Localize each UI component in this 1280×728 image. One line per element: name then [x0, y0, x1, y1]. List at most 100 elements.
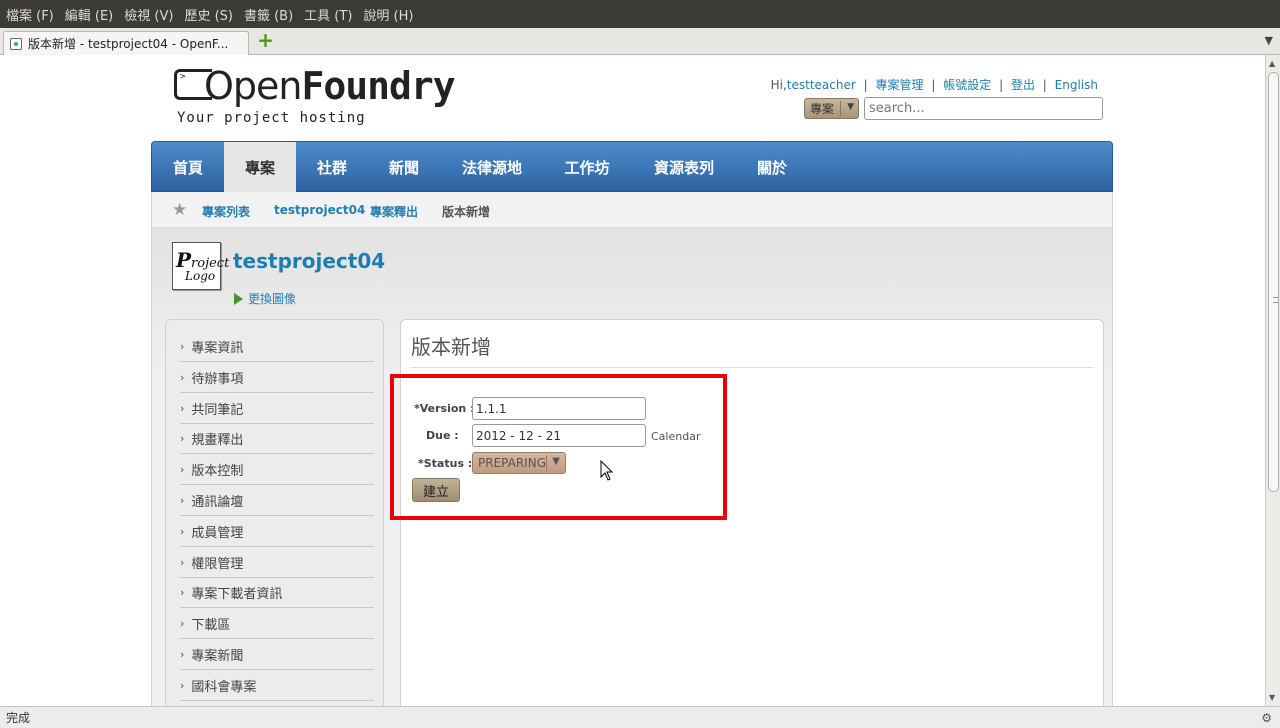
- title-divider: [411, 367, 1093, 368]
- menu-item[interactable]: 檔案 (F): [6, 5, 54, 24]
- breadcrumb-current: 版本新增: [442, 205, 491, 219]
- vertical-scrollbar[interactable]: ▲ ▼: [1265, 55, 1280, 706]
- sidebar-item-label: 通訊論壇: [191, 495, 244, 510]
- highlight-box: [390, 374, 727, 520]
- project-title[interactable]: testproject04: [233, 249, 385, 273]
- star-icon[interactable]: ★: [172, 200, 187, 220]
- sidebar-item-label: 國科會專案: [191, 679, 257, 695]
- chevron-down-icon: ▼: [847, 102, 854, 112]
- nav-workshop[interactable]: 工作坊: [544, 142, 630, 192]
- sidebar-item[interactable]: › 專案新聞: [180, 640, 374, 670]
- sidebar-item[interactable]: › 規畫釋出: [180, 424, 374, 455]
- project-logo-line2: Logo: [185, 269, 216, 283]
- tab-title: 版本新增 - testproject04 - OpenF...: [28, 37, 229, 51]
- separator: |: [999, 78, 1004, 92]
- chevron-right-icon: ›: [180, 524, 185, 538]
- nav-home[interactable]: 首頁: [152, 142, 224, 192]
- project-logo: Project Logo: [172, 242, 229, 290]
- chevron-right-icon: ›: [180, 432, 185, 446]
- browser-tabbar: 版本新增 - testproject04 - OpenF...: [0, 28, 1280, 55]
- sidebar-item[interactable]: › 共同筆記: [180, 394, 374, 424]
- scroll-down-icon[interactable]: ▼: [1269, 693, 1275, 702]
- sidebar-item-label: 版本控制: [191, 464, 244, 480]
- sidebar-item-label: 規畫釋出: [191, 433, 244, 449]
- logo-tagline: Your project hosting: [177, 110, 366, 126]
- breadcrumb: ★ 專案列表 testproject04 專案釋出 版本新增: [151, 192, 1113, 228]
- menu-item[interactable]: 檢視 (V): [124, 5, 173, 24]
- sidebar-item-label: 成員管理: [191, 525, 244, 541]
- browser-statusbar: 完成 ⚙: [0, 706, 1280, 728]
- sidebar-item[interactable]: › 國科會專案: [180, 671, 374, 701]
- logo-open-text: Open: [204, 64, 302, 108]
- sidebar-item[interactable]: › 權限管理: [180, 548, 374, 578]
- sidebar-item-label: 專案資訊: [191, 341, 244, 356]
- menu-item[interactable]: 書籤 (B): [244, 5, 293, 24]
- chevron-right-icon: ›: [180, 463, 185, 477]
- sidebar-item-label: 專案新聞: [191, 649, 244, 664]
- sidebar-item[interactable]: › 版本控制: [180, 455, 374, 486]
- nav-about[interactable]: 關於: [738, 142, 806, 192]
- account-settings-link[interactable]: 帳號設定: [943, 78, 991, 92]
- scrollbar-thumb[interactable]: [1268, 72, 1279, 492]
- sidebar-item-label: 權限管理: [191, 556, 244, 572]
- sidebar-item[interactable]: › 專案下載者資訊: [180, 578, 374, 609]
- sidebar-item[interactable]: › 通訊論壇: [180, 486, 374, 516]
- menu-item[interactable]: 編輯 (E): [65, 5, 114, 24]
- logo-foundry-text: Foundry: [301, 64, 456, 108]
- play-arrow-icon: [234, 292, 243, 305]
- menu-item[interactable]: 工具 (T): [304, 5, 352, 24]
- breadcrumb-project-list[interactable]: 專案列表: [202, 203, 250, 220]
- separator: |: [931, 78, 936, 92]
- nav-projects[interactable]: 專案: [224, 142, 296, 192]
- search-input[interactable]: [864, 97, 1103, 120]
- logo-caret: >: [180, 72, 186, 82]
- user-links: Hi,testteacher | 專案管理 | 帳號設定 | 登出 | Engl…: [771, 76, 1098, 93]
- nav-legal[interactable]: 法律源地: [440, 142, 544, 192]
- separator: |: [1042, 78, 1047, 92]
- search-scope-select[interactable]: 專案 ▼: [804, 98, 859, 119]
- addon-icon[interactable]: ⚙: [1261, 711, 1272, 725]
- sidebar-item[interactable]: › 成員管理: [180, 517, 374, 547]
- greeting: Hi,: [770, 78, 787, 92]
- nav-community[interactable]: 社群: [296, 142, 368, 192]
- breadcrumb-release[interactable]: 專案釋出: [370, 203, 418, 220]
- status-text: 完成: [6, 711, 31, 725]
- nav-resources[interactable]: 資源表列: [630, 142, 738, 192]
- breadcrumb-project[interactable]: testproject04: [274, 203, 365, 217]
- menu-item[interactable]: 歷史 (S): [184, 5, 233, 24]
- nav-news[interactable]: 新聞: [368, 142, 440, 192]
- sidebar: › 專案資訊 › 待辦事項 › 共同筆記 › 規畫釋出 › 版本控制 › 通訊論壇 › 成員管理 › 權限管理…: [165, 319, 384, 706]
- user-link[interactable]: testteacher: [787, 78, 856, 92]
- logout-link[interactable]: 登出: [1011, 78, 1035, 92]
- browser-tab[interactable]: 版本新增 - testproject04 - OpenF...: [3, 31, 249, 55]
- menu-item[interactable]: 說明 (H): [363, 5, 413, 24]
- favicon-icon: [10, 37, 22, 50]
- tab-list-chevron-down-icon[interactable]: ▼: [1265, 34, 1273, 47]
- change-image-link[interactable]: 更換圖像: [234, 290, 296, 307]
- separator: |: [863, 78, 868, 92]
- plus-icon[interactable]: +: [257, 30, 274, 50]
- chevron-right-icon: ›: [180, 555, 185, 569]
- chevron-right-icon: ›: [180, 370, 185, 384]
- chevron-right-icon: ›: [180, 617, 185, 631]
- grip-icon: [1273, 297, 1278, 303]
- sidebar-item[interactable]: › 待辦事項: [180, 363, 374, 393]
- chevron-right-icon: ›: [180, 648, 185, 661]
- sidebar-item[interactable]: › 專案資訊: [180, 332, 374, 362]
- sidebar-item-label: 下載區: [191, 618, 231, 634]
- divider: [840, 101, 841, 116]
- chevron-right-icon: ›: [180, 340, 185, 353]
- language-link[interactable]: English: [1055, 78, 1098, 92]
- sidebar-item[interactable]: › 下載區: [180, 609, 374, 640]
- main-nav: 首頁 專案 社群 新聞 法律源地 工作坊 資源表列 關於: [151, 141, 1113, 192]
- project-admin-link[interactable]: 專案管理: [876, 78, 924, 92]
- search-scope-value: 專案: [810, 102, 835, 116]
- page-title: 版本新增: [411, 335, 491, 359]
- scroll-up-icon[interactable]: ▲: [1269, 59, 1275, 68]
- page-viewport: > OpenFoundry Your project hosting Hi,te…: [0, 55, 1265, 706]
- browser-menubar: 檔案 (F) 編輯 (E) 檢視 (V) 歷史 (S) 書籤 (B) 工具 (T) 說明 (…: [0, 0, 1280, 28]
- chevron-right-icon: ›: [180, 401, 185, 415]
- sidebar-item-label: 待辦事項: [191, 371, 244, 387]
- change-image-label: 更換圖像: [248, 292, 297, 306]
- chevron-right-icon: ›: [180, 586, 185, 600]
